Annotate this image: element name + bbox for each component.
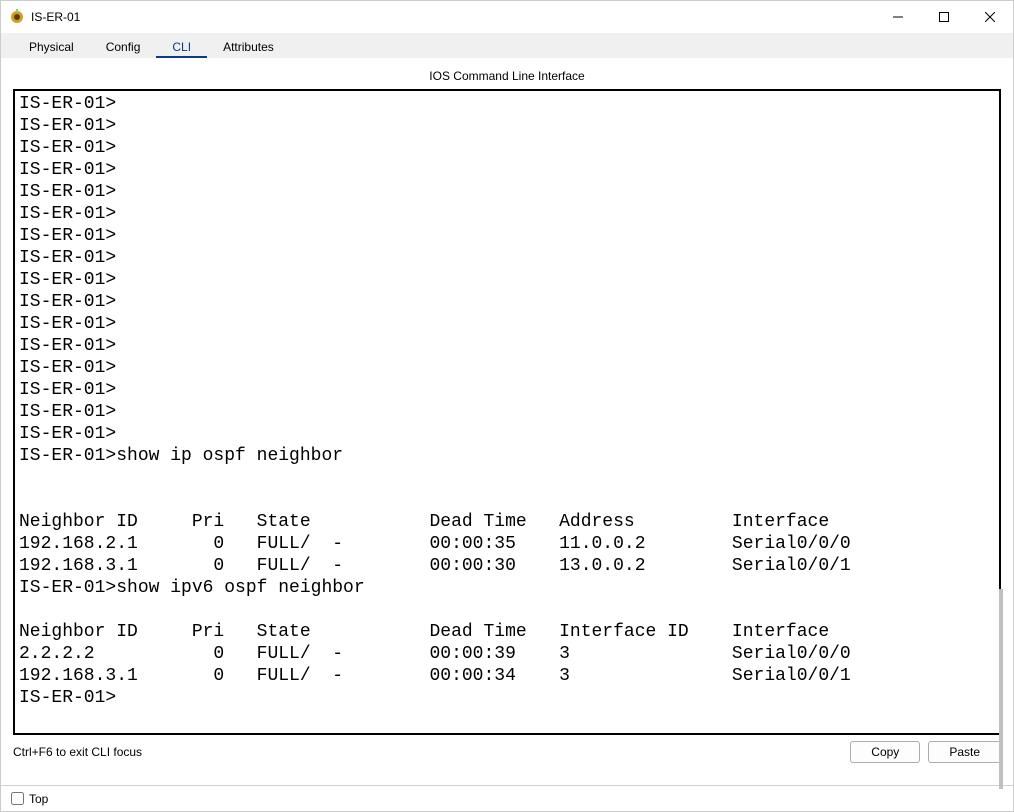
minimize-button[interactable] — [875, 1, 921, 33]
paste-button[interactable]: Paste — [928, 741, 1001, 763]
tab-bar: Physical Config CLI Attributes — [1, 33, 1013, 59]
top-checkbox-label[interactable]: Top — [11, 792, 48, 806]
tab-cli[interactable]: CLI — [156, 35, 207, 58]
close-button[interactable] — [967, 1, 1013, 33]
window-titlebar: IS-ER-01 — [1, 1, 1013, 33]
cli-hint: Ctrl+F6 to exit CLI focus — [13, 745, 142, 759]
window-title: IS-ER-01 — [31, 10, 80, 24]
terminal-scrollbar[interactable] — [999, 589, 1003, 789]
terminal-wrap: IS-ER-01> IS-ER-01> IS-ER-01> IS-ER-01> … — [13, 89, 1001, 735]
cli-terminal[interactable]: IS-ER-01> IS-ER-01> IS-ER-01> IS-ER-01> … — [13, 89, 1001, 735]
maximize-button[interactable] — [921, 1, 967, 33]
top-checkbox[interactable] — [11, 792, 24, 805]
main-area: IOS Command Line Interface IS-ER-01> IS-… — [1, 59, 1013, 785]
minimize-icon — [893, 12, 903, 22]
cli-heading: IOS Command Line Interface — [13, 67, 1001, 89]
close-icon — [985, 12, 995, 22]
maximize-icon — [939, 12, 949, 22]
tab-physical[interactable]: Physical — [13, 35, 90, 58]
status-bar: Top — [1, 785, 1013, 811]
app-icon — [9, 9, 25, 25]
tab-attributes[interactable]: Attributes — [207, 35, 290, 58]
window-controls — [875, 1, 1013, 33]
cli-footer: Ctrl+F6 to exit CLI focus Copy Paste — [13, 735, 1001, 773]
top-label: Top — [29, 792, 48, 806]
tab-config[interactable]: Config — [90, 35, 157, 58]
copy-button[interactable]: Copy — [850, 741, 920, 763]
